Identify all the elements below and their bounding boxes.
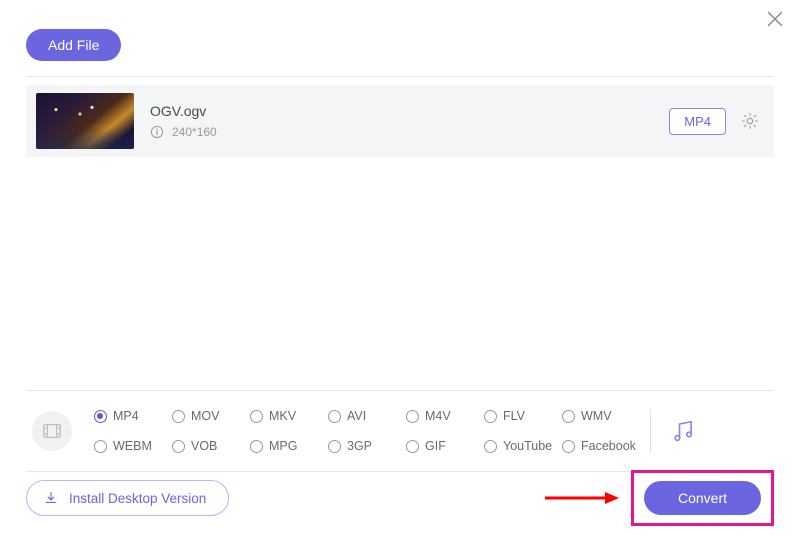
- radio-icon: [94, 410, 107, 423]
- format-radio-flv[interactable]: FLV: [484, 409, 562, 423]
- separator: [650, 409, 651, 453]
- format-radio-webm[interactable]: WEBM: [94, 439, 172, 453]
- file-row: OGV.ogv 240*160 MP4: [26, 85, 774, 157]
- format-label: WMV: [581, 409, 612, 423]
- format-radio-3gp[interactable]: 3GP: [328, 439, 406, 453]
- format-radio-mp4[interactable]: MP4: [94, 409, 172, 423]
- format-label: YouTube: [503, 439, 552, 453]
- file-meta: OGV.ogv 240*160: [150, 103, 669, 139]
- video-category-icon[interactable]: [32, 411, 72, 451]
- annotation-highlight: Convert: [631, 470, 774, 526]
- install-desktop-label: Install Desktop Version: [69, 491, 206, 506]
- format-radio-m4v[interactable]: M4V: [406, 409, 484, 423]
- format-radio-mpg[interactable]: MPG: [250, 439, 328, 453]
- output-format-badge[interactable]: MP4: [669, 108, 726, 135]
- radio-icon: [406, 410, 419, 423]
- install-desktop-button[interactable]: Install Desktop Version: [26, 480, 229, 516]
- format-label: M4V: [425, 409, 451, 423]
- radio-icon: [562, 440, 575, 453]
- add-file-button[interactable]: Add File: [26, 29, 121, 61]
- format-radio-gif[interactable]: GIF: [406, 439, 484, 453]
- format-label: MP4: [113, 409, 139, 423]
- file-name: OGV.ogv: [150, 103, 669, 119]
- close-icon[interactable]: [764, 8, 786, 30]
- gear-icon[interactable]: [740, 111, 760, 131]
- radio-icon: [172, 440, 185, 453]
- format-label: 3GP: [347, 439, 372, 453]
- divider: [26, 76, 774, 77]
- format-radio-mov[interactable]: MOV: [172, 409, 250, 423]
- format-radio-vob[interactable]: VOB: [172, 439, 250, 453]
- info-icon: [150, 125, 164, 139]
- format-label: VOB: [191, 439, 217, 453]
- format-radio-avi[interactable]: AVI: [328, 409, 406, 423]
- radio-icon: [94, 440, 107, 453]
- format-label: Facebook: [581, 439, 636, 453]
- format-label: MKV: [269, 409, 296, 423]
- radio-icon: [484, 410, 497, 423]
- format-label: WEBM: [113, 439, 152, 453]
- radio-icon: [484, 440, 497, 453]
- format-label: FLV: [503, 409, 525, 423]
- format-radio-mkv[interactable]: MKV: [250, 409, 328, 423]
- format-label: MPG: [269, 439, 297, 453]
- file-resolution: 240*160: [172, 125, 217, 139]
- footer-bar: Install Desktop Version Convert: [26, 470, 774, 526]
- download-icon: [43, 490, 59, 506]
- format-label: AVI: [347, 409, 366, 423]
- radio-icon: [250, 440, 263, 453]
- audio-category-icon[interactable]: [669, 417, 697, 445]
- format-radio-youtube[interactable]: YouTube: [484, 439, 562, 453]
- radio-icon: [328, 440, 341, 453]
- format-label: GIF: [425, 439, 446, 453]
- radio-icon: [328, 410, 341, 423]
- annotation-arrow-icon: [543, 489, 619, 507]
- video-thumbnail[interactable]: [36, 93, 134, 149]
- format-panel: MP4 MOV MKV AVI M4V FLV WMV WEBM VOB MPG 3GP GIF You…: [26, 390, 774, 472]
- radio-icon: [562, 410, 575, 423]
- format-label: MOV: [191, 409, 219, 423]
- format-radio-facebook[interactable]: Facebook: [562, 439, 640, 453]
- radio-icon: [172, 410, 185, 423]
- convert-button[interactable]: Convert: [644, 481, 761, 515]
- format-radio-wmv[interactable]: WMV: [562, 409, 640, 423]
- radio-icon: [250, 410, 263, 423]
- radio-icon: [406, 440, 419, 453]
